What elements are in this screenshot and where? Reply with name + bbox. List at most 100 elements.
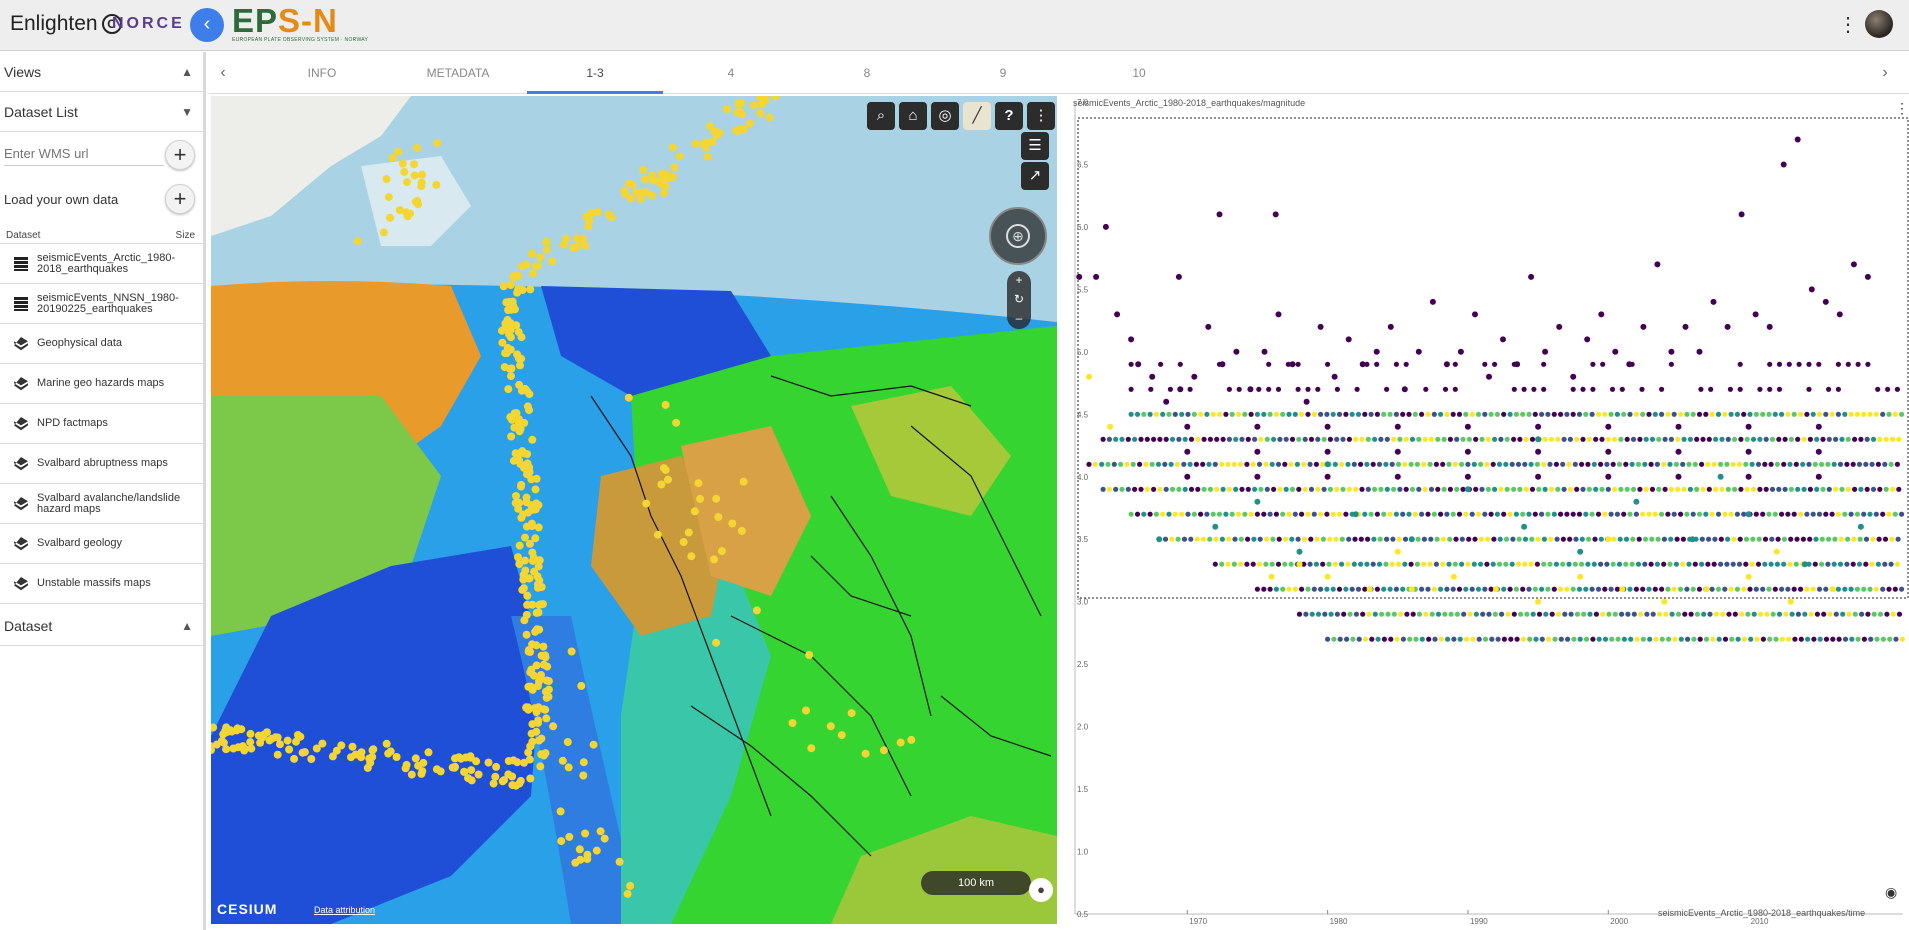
scatter-point-band bbox=[1886, 511, 1892, 517]
palette-icon[interactable]: ◉ bbox=[1885, 884, 1897, 901]
seismic-event-dot bbox=[807, 744, 816, 753]
globe-icon[interactable]: ◎ bbox=[931, 102, 959, 130]
scatter-point bbox=[1394, 473, 1401, 480]
reset-zoom-button[interactable]: ↻ bbox=[1007, 290, 1031, 309]
scatter-point-band bbox=[1798, 636, 1804, 642]
map-viewer[interactable]: ⌕ ⌂ ◎ ╱? ⋮ ☰ ↗ ⊕ + ↻ – 100 km ● CESIUM Data … bbox=[211, 96, 1057, 924]
scatter-point-band bbox=[1301, 461, 1307, 467]
scatter-point-band bbox=[1219, 536, 1225, 542]
more-vert-icon[interactable]: ⋮ bbox=[1027, 102, 1055, 130]
seismic-event-dot bbox=[542, 245, 551, 254]
dataset-item[interactable]: Marine geo hazards maps bbox=[0, 364, 203, 404]
scatter-point-band bbox=[1471, 561, 1477, 567]
scatter-point-band bbox=[1396, 536, 1402, 542]
more-vert-icon[interactable]: ⋮ bbox=[1838, 12, 1858, 37]
dataset-list-panel-header[interactable]: Dataset List ▼ bbox=[0, 92, 203, 132]
scatter-point-band bbox=[1691, 636, 1697, 642]
scatter-point-band bbox=[1475, 511, 1482, 517]
scatter-chart[interactable]: 0.51.01.52.02.53.03.54.04.55.05.56.06.57… bbox=[1063, 96, 1909, 930]
seismic-event-dot bbox=[386, 747, 395, 756]
home-icon[interactable]: ⌂ bbox=[899, 102, 927, 130]
wms-url-input[interactable] bbox=[4, 142, 164, 166]
data-attribution-link[interactable]: Data attribution bbox=[314, 905, 375, 915]
tab-1-3[interactable]: 1-3 bbox=[527, 52, 663, 94]
scatter-point-band bbox=[1460, 486, 1466, 492]
tab-4[interactable]: 4 bbox=[663, 52, 799, 94]
map-mode-icon[interactable]: ╱ bbox=[963, 102, 991, 130]
seismic-event-dot bbox=[706, 122, 715, 131]
zoom-out-button[interactable]: – bbox=[1007, 309, 1031, 328]
seismic-event-dot bbox=[600, 834, 609, 843]
scatter-point-band bbox=[1273, 511, 1279, 517]
seismic-event-dot bbox=[414, 761, 423, 770]
scatter-point-band bbox=[1325, 636, 1331, 642]
scatter-point-band bbox=[1665, 411, 1671, 417]
add-wms-button[interactable]: + bbox=[165, 140, 195, 170]
scatter-point-band bbox=[1444, 411, 1450, 417]
tab-prev-icon[interactable]: ‹ bbox=[211, 52, 235, 94]
scatter-point-band bbox=[1435, 611, 1442, 617]
load-data-button[interactable]: + bbox=[165, 184, 195, 214]
scatter-point-band bbox=[1393, 511, 1399, 517]
dataset-item[interactable]: Svalbard geology bbox=[0, 524, 203, 564]
scatter-point bbox=[1303, 398, 1310, 405]
scatter-point-band bbox=[1510, 536, 1516, 542]
views-panel-header[interactable]: Views ▲ bbox=[0, 52, 203, 92]
layers-icon[interactable]: ☰ bbox=[1021, 132, 1049, 160]
scatter-point bbox=[1857, 523, 1864, 530]
scatter-point-band bbox=[1779, 586, 1785, 592]
dataset-item[interactable]: Svalbard avalanche/landslide hazard maps bbox=[0, 484, 203, 524]
tab-9[interactable]: 9 bbox=[935, 52, 1071, 94]
dataset-panel-header[interactable]: Dataset ▲ bbox=[0, 606, 203, 646]
brand-name: Enlighten bbox=[10, 12, 98, 35]
dataset-item[interactable]: seismicEvents_NNSN_1980-20190225_earthqu… bbox=[0, 284, 203, 324]
navigation-compass[interactable]: ⊕ bbox=[989, 207, 1047, 265]
tab-info[interactable]: INFO bbox=[254, 52, 390, 94]
dataset-item[interactable]: Geophysical data bbox=[0, 324, 203, 364]
more-vert-icon[interactable]: ⋮ bbox=[1895, 100, 1909, 117]
seismic-event-dot bbox=[624, 393, 633, 402]
tab-10[interactable]: 10 bbox=[1071, 52, 1207, 94]
scatter-point bbox=[1296, 561, 1303, 568]
dataset-item[interactable]: seismicEvents_Arctic_1980-2018_earthquak… bbox=[0, 244, 203, 284]
scatter-point bbox=[1605, 448, 1612, 455]
scatter-point-band bbox=[1313, 561, 1319, 567]
scatter-point bbox=[1654, 261, 1661, 268]
scatter-point-band bbox=[1412, 411, 1418, 417]
scatter-point-band bbox=[1503, 461, 1509, 467]
dataset-item[interactable]: Svalbard abruptness maps bbox=[0, 444, 203, 484]
scatter-point-band bbox=[1863, 461, 1869, 467]
scatter-point-band bbox=[1302, 486, 1308, 492]
zoom-in-button[interactable]: + bbox=[1007, 271, 1031, 290]
chart-line-icon[interactable]: ↗ bbox=[1021, 162, 1049, 190]
scatter-point-band bbox=[1600, 611, 1606, 617]
avatar[interactable] bbox=[1865, 10, 1893, 38]
scatter-point-band bbox=[1494, 511, 1500, 517]
scatter-point-band bbox=[1328, 611, 1334, 617]
scatter-point-band bbox=[1663, 611, 1669, 617]
scatter-point-band bbox=[1892, 511, 1898, 517]
palette-icon[interactable]: ● bbox=[1029, 878, 1053, 902]
scatter-point-band bbox=[1157, 486, 1163, 492]
scatter-point-band bbox=[1282, 461, 1288, 467]
dataset-item[interactable]: Unstable massifs maps bbox=[0, 564, 203, 604]
tab-metadata[interactable]: METADATA bbox=[390, 52, 526, 94]
search-icon[interactable]: ⌕ bbox=[867, 102, 895, 130]
collapse-sidebar-button[interactable]: ‹ bbox=[190, 8, 224, 42]
scatter-point-band bbox=[1801, 486, 1807, 492]
dataset-item[interactable]: NPD factmaps bbox=[0, 404, 203, 444]
y-tick-label: 3.5 bbox=[1077, 535, 1089, 544]
scatter-point-band bbox=[1672, 636, 1678, 642]
scatter-point-band bbox=[1870, 486, 1877, 492]
scatter-point-band bbox=[1835, 361, 1841, 367]
seismic-event-dot bbox=[520, 758, 528, 767]
help-icon[interactable]: ? bbox=[995, 102, 1023, 130]
scatter-point bbox=[1076, 273, 1083, 280]
tab-next-icon[interactable]: › bbox=[1873, 52, 1897, 94]
scatter-point-band bbox=[1703, 411, 1709, 417]
scatter-point-band bbox=[1804, 511, 1810, 517]
seismic-event-dot bbox=[639, 165, 648, 174]
scatter-point bbox=[1493, 586, 1499, 593]
tab-8[interactable]: 8 bbox=[799, 52, 935, 94]
map-canvas[interactable] bbox=[211, 96, 1057, 924]
